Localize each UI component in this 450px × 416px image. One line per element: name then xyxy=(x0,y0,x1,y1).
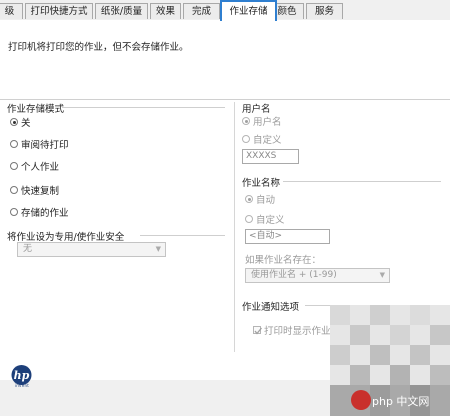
radio-label: 用户名 xyxy=(253,117,282,128)
radio-label: 审阅待打印 xyxy=(21,140,69,151)
job-name-title: 作业名称 xyxy=(242,178,281,189)
watermark-text: php 中文网 xyxy=(372,395,430,408)
notification-title: 作业通知选项 xyxy=(242,302,300,313)
watermark-logo xyxy=(351,390,371,410)
user-name-field[interactable]: XXXXS xyxy=(242,149,299,164)
radio-dot xyxy=(242,135,250,143)
private-secure-title: 将作业设为专用/使作业安全 xyxy=(7,232,125,243)
radio-label: 自定义 xyxy=(256,215,285,226)
radio-job-name-custom[interactable]: 自定义 xyxy=(245,212,285,226)
tab-printing-shortcuts[interactable]: 打印快捷方式 xyxy=(25,3,93,19)
tab-services[interactable]: 服务 xyxy=(306,3,343,19)
tab-advanced[interactable]: 级 xyxy=(0,3,23,19)
checkbox-box xyxy=(253,326,263,335)
svg-text:hp: hp xyxy=(14,369,30,382)
radio-stored-job[interactable]: 存储的作业 xyxy=(10,205,69,219)
radio-label: 快速复制 xyxy=(21,186,60,197)
radio-off[interactable]: 关 xyxy=(10,115,31,129)
tab-bar: 级 打印快捷方式 纸张/质量 效果 完成 颜色 服务 作业存储 xyxy=(0,0,450,21)
radio-dot xyxy=(10,208,18,216)
tab-finishing[interactable]: 完成 xyxy=(183,3,220,19)
radio-label: 个人作业 xyxy=(21,162,60,173)
radio-dot xyxy=(10,118,18,126)
radio-dot xyxy=(10,162,18,170)
radio-label: 自动 xyxy=(256,195,276,206)
job-name-field[interactable]: <自动> xyxy=(245,229,330,244)
radio-user-name[interactable]: 用户名 xyxy=(242,114,282,128)
radio-dot xyxy=(10,140,18,148)
tab-paper-quality[interactable]: 纸张/质量 xyxy=(95,3,148,19)
radio-user-custom[interactable]: 自定义 xyxy=(242,132,282,146)
radio-dot xyxy=(242,117,250,125)
column-divider xyxy=(234,102,235,352)
private-secure-select[interactable]: 无 ▼ xyxy=(17,242,166,257)
radio-label: 关 xyxy=(21,118,31,129)
status-description: 打印机将打印您的作业，但不会存储作业。 xyxy=(8,42,189,53)
chevron-down-icon: ▼ xyxy=(155,245,161,253)
radio-dot xyxy=(10,186,18,194)
radio-quick-copy[interactable]: 快速复制 xyxy=(10,183,59,197)
check-icon xyxy=(254,327,263,335)
radio-label: 存储的作业 xyxy=(21,208,69,219)
radio-personal-job[interactable]: 个人作业 xyxy=(10,159,59,173)
hp-logo: hp xyxy=(11,365,32,385)
job-name-exists-label: 如果作业名存在： xyxy=(245,255,322,266)
tab-effects[interactable]: 效果 xyxy=(150,3,181,19)
select-value: 无 xyxy=(23,244,33,254)
group-line xyxy=(62,107,225,108)
radio-dot xyxy=(245,215,253,223)
group-line xyxy=(140,235,225,236)
radio-proof-and-hold[interactable]: 审阅待打印 xyxy=(10,137,69,151)
radio-dot xyxy=(245,195,253,203)
tab-job-storage[interactable]: 作业存储 xyxy=(220,0,277,21)
radio-job-name-auto[interactable]: 自动 xyxy=(245,192,275,206)
group-line xyxy=(283,181,441,182)
logo-caption: invent xyxy=(14,383,30,388)
chevron-down-icon: ▼ xyxy=(379,271,385,279)
job-name-exists-select[interactable]: 使用作业名 + (1-99) ▼ xyxy=(245,268,390,283)
divider xyxy=(0,99,450,100)
radio-label: 自定义 xyxy=(253,135,282,146)
job-storage-mode-title: 作业存储模式 xyxy=(7,104,65,115)
select-value: 使用作业名 + (1-99) xyxy=(251,270,337,280)
user-name-title: 用户名 xyxy=(242,104,271,115)
